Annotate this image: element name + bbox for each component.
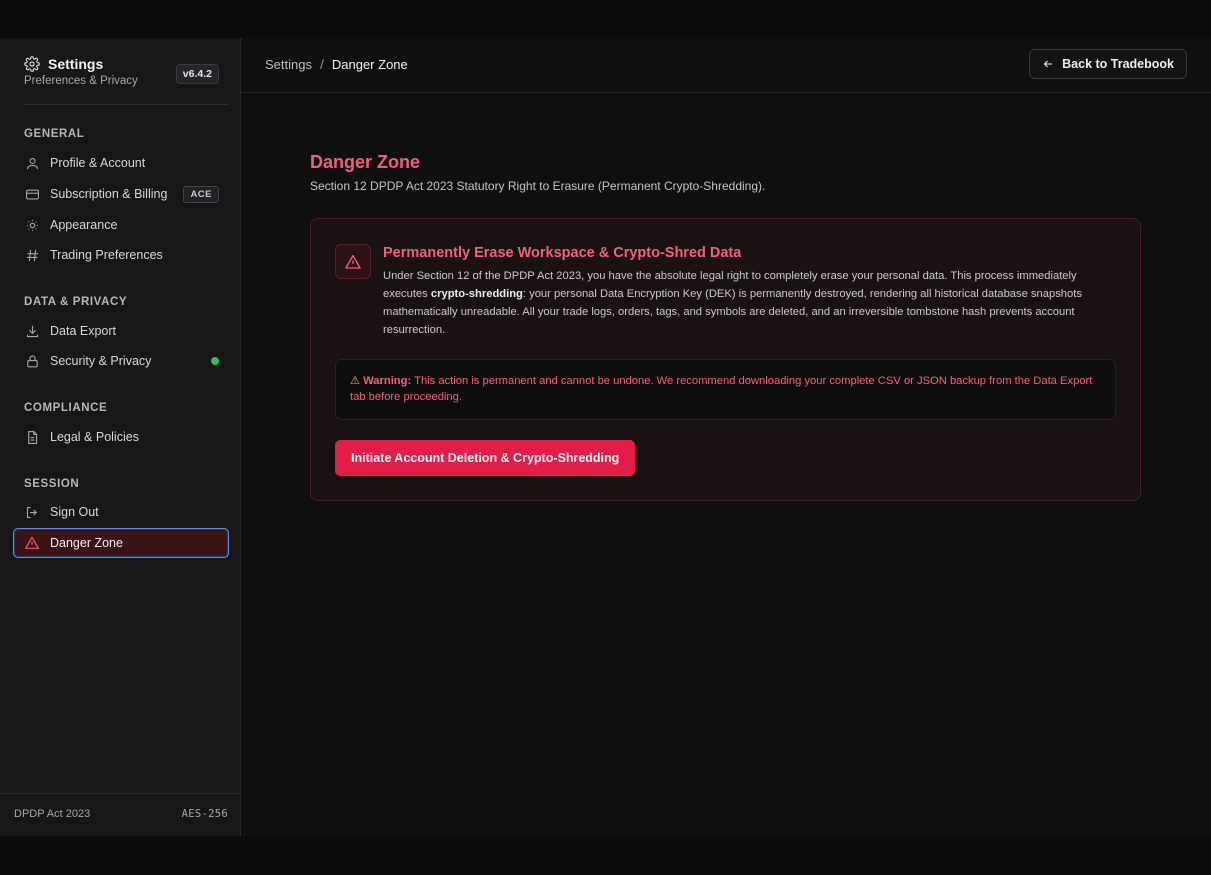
breadcrumb-separator: / bbox=[319, 56, 324, 72]
top-bar: Settings / Danger Zone Back to Tradebook bbox=[241, 38, 1211, 93]
lock-icon bbox=[24, 353, 40, 369]
page-subtitle: Section 12 DPDP Act 2023 Statutory Right… bbox=[310, 179, 766, 193]
sidebar-title: Settings bbox=[48, 56, 104, 72]
back-button-label: Back to Tradebook bbox=[1062, 57, 1174, 71]
version-badge: v6.4.2 bbox=[175, 64, 219, 84]
sidebar-item-trading[interactable]: Trading Preferences bbox=[24, 243, 229, 267]
warning-triangle-icon bbox=[335, 244, 371, 279]
gear-icon bbox=[24, 56, 40, 72]
settings-sidebar: Settings Preferences & Privacy v6.4.2 GE… bbox=[0, 38, 241, 836]
compliance-label: DPDP Act 2023 bbox=[14, 808, 91, 820]
breadcrumb-root[interactable]: Settings bbox=[265, 57, 312, 72]
plan-badge: ACE bbox=[183, 185, 219, 203]
card-description-emphasis: crypto-shredding bbox=[430, 288, 523, 300]
sun-icon bbox=[24, 217, 40, 233]
section-title-general: GENERAL bbox=[24, 128, 85, 140]
warning-label: Warning: bbox=[363, 375, 412, 387]
sidebar-item-data-export[interactable]: Data Export bbox=[24, 319, 229, 343]
sidebar-item-danger-zone[interactable]: Danger Zone bbox=[13, 528, 229, 558]
sidebar-divider bbox=[24, 104, 229, 105]
sidebar-item-label: Trading Preferences bbox=[50, 248, 163, 262]
erase-workspace-card: Permanently Erase Workspace & Crypto-Shr… bbox=[310, 218, 1141, 501]
warning-triangle-icon bbox=[24, 535, 40, 551]
footer-divider bbox=[0, 793, 241, 794]
section-title-compliance: COMPLIANCE bbox=[24, 402, 108, 414]
app-window: Settings Preferences & Privacy v6.4.2 GE… bbox=[0, 38, 1211, 836]
card-description: Under Section 12 of the DPDP Act 2023, y… bbox=[383, 267, 1118, 339]
sidebar-item-label: Data Export bbox=[50, 324, 117, 338]
card-title: Permanently Erase Workspace & Crypto-Shr… bbox=[383, 245, 742, 261]
sidebar-item-billing[interactable]: Subscription & Billing ACE bbox=[24, 182, 229, 206]
sidebar-item-sign-out[interactable]: Sign Out bbox=[24, 500, 229, 524]
back-to-tradebook-button[interactable]: Back to Tradebook bbox=[1029, 49, 1187, 79]
encryption-label: AES-256 bbox=[181, 808, 228, 820]
hash-icon bbox=[24, 247, 40, 263]
sidebar-item-label: Subscription & Billing bbox=[50, 187, 168, 201]
page-title: Danger Zone bbox=[310, 152, 421, 172]
sidebar-item-legal[interactable]: Legal & Policies bbox=[24, 425, 229, 449]
warning-callout: ⚠ Warning: This action is permanent and … bbox=[335, 359, 1116, 420]
sidebar-item-label: Appearance bbox=[50, 218, 118, 232]
document-icon bbox=[24, 429, 40, 445]
warning-sign-icon: ⚠ bbox=[350, 375, 361, 387]
main-content: Settings / Danger Zone Back to Tradebook… bbox=[241, 38, 1211, 836]
sidebar-item-label: Security & Privacy bbox=[50, 354, 152, 368]
status-dot bbox=[211, 357, 219, 365]
sidebar-item-appearance[interactable]: Appearance bbox=[24, 213, 229, 237]
sidebar-footer: DPDP Act 2023 AES-256 bbox=[14, 808, 228, 820]
section-title-data-privacy: DATA & PRIVACY bbox=[24, 296, 128, 308]
credit-card-icon bbox=[24, 186, 40, 202]
sidebar-header: Settings Preferences & Privacy v6.4.2 bbox=[24, 56, 229, 87]
breadcrumb: Settings / Danger Zone bbox=[265, 56, 408, 72]
breadcrumb-current: Danger Zone bbox=[331, 56, 408, 72]
arrow-left-icon bbox=[1042, 58, 1054, 70]
initiate-account-deletion-button[interactable]: Initiate Account Deletion & Crypto-Shred… bbox=[335, 440, 636, 476]
download-icon bbox=[24, 323, 40, 339]
user-icon bbox=[24, 155, 40, 171]
sidebar-item-profile[interactable]: Profile & Account bbox=[24, 151, 229, 175]
sidebar-item-label: Legal & Policies bbox=[50, 430, 139, 444]
sidebar-item-label: Profile & Account bbox=[50, 156, 146, 170]
warning-text: This action is permanent and cannot be u… bbox=[350, 375, 1093, 403]
section-title-session: SESSION bbox=[24, 478, 80, 490]
sidebar-item-security[interactable]: Security & Privacy bbox=[24, 349, 229, 373]
sign-out-icon bbox=[24, 504, 40, 520]
sidebar-item-label: Sign Out bbox=[50, 505, 99, 519]
sidebar-item-label: Danger Zone bbox=[50, 536, 123, 550]
